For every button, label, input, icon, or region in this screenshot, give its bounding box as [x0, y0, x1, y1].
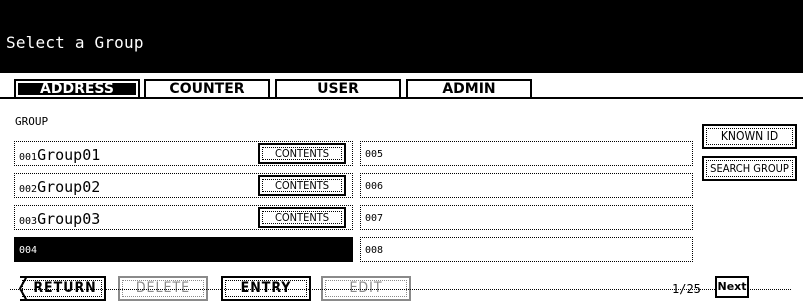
entry-label: ENTRY: [240, 280, 292, 296]
group-row-005[interactable]: 005: [360, 141, 693, 166]
edit-label: EDIT: [349, 280, 383, 296]
group-number: 008: [365, 245, 384, 256]
group-number: 002: [19, 184, 38, 195]
search-group-button[interactable]: SEARCH GROUP: [702, 156, 797, 181]
tab-address-label: ADDRESS: [40, 81, 114, 97]
tab-underline: [0, 97, 803, 99]
group-row-007[interactable]: 007: [360, 205, 693, 230]
page-title: Select a Group: [6, 33, 144, 52]
tab-counter[interactable]: COUNTER: [144, 79, 270, 99]
contents-button-001[interactable]: CONTENTS: [258, 143, 346, 164]
group-heading: GROUP: [15, 115, 49, 128]
contents-button-label: CONTENTS: [274, 147, 330, 160]
group-number: 001: [19, 152, 38, 163]
group-name: Group01: [37, 146, 101, 164]
page-indicator: 1/25: [672, 282, 701, 296]
group-row-text: 002Group02: [19, 178, 100, 196]
contents-button-003[interactable]: CONTENTS: [258, 207, 346, 228]
group-name: Group03: [37, 210, 101, 228]
tab-user[interactable]: USER: [275, 79, 401, 99]
group-row-text: 001Group01: [19, 146, 100, 164]
contents-button-002[interactable]: CONTENTS: [258, 175, 346, 196]
next-button[interactable]: Next: [715, 276, 749, 298]
tab-counter-label: COUNTER: [169, 81, 245, 97]
known-id-label: KNOWN ID: [720, 129, 779, 143]
contents-button-label: CONTENTS: [274, 179, 330, 192]
group-row-text: 003Group03: [19, 210, 100, 228]
tab-user-label: USER: [317, 81, 359, 97]
group-number: 006: [365, 181, 384, 192]
group-number: 007: [365, 213, 384, 224]
search-group-label: SEARCH GROUP: [710, 162, 789, 175]
group-row-006[interactable]: 006: [360, 173, 693, 198]
tab-address[interactable]: ADDRESS: [14, 79, 140, 99]
tab-admin-label: ADMIN: [442, 81, 496, 97]
title-bar: Select a Group: [0, 0, 803, 73]
group-row-008[interactable]: 008: [360, 237, 693, 262]
group-number: 005: [365, 149, 384, 160]
next-label: Next: [717, 280, 747, 293]
group-number: 003: [19, 216, 38, 227]
group-row-004[interactable]: 004: [14, 237, 353, 262]
known-id-button[interactable]: KNOWN ID: [702, 124, 797, 149]
delete-label: DELETE: [135, 280, 191, 296]
group-name: Group02: [37, 178, 101, 196]
contents-button-label: CONTENTS: [274, 211, 330, 224]
return-label: RETURN: [33, 280, 97, 296]
group-number: 004: [19, 245, 38, 256]
tab-admin[interactable]: ADMIN: [406, 79, 532, 99]
